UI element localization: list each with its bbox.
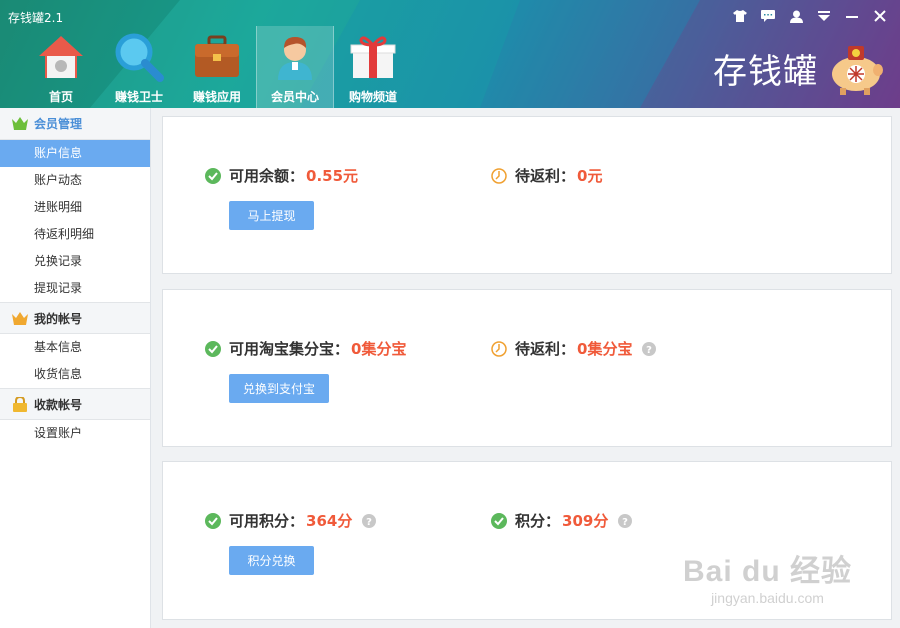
available-balance: 可用余额： 0.55元 <box>205 165 358 186</box>
check-icon <box>205 340 221 357</box>
check-icon <box>491 512 507 529</box>
clock-icon <box>491 167 507 184</box>
brand-logo: 存钱罐 <box>713 40 886 96</box>
available-jifenbao: 可用淘宝集分宝： 0集分宝 <box>205 338 406 359</box>
sidebar-item-basic-info[interactable]: 基本信息 <box>0 334 150 361</box>
sidebar-item-pending-rebate[interactable]: 待返利明细 <box>0 221 150 248</box>
sidebar-group-my-account[interactable]: 我的帐号 <box>0 302 150 334</box>
available-points: 可用积分： 364分 ? <box>205 510 377 531</box>
window-controls <box>728 6 892 26</box>
main-nav: 首页 赚钱卫士 赚钱应用 会员中心 购物频道 <box>22 26 412 108</box>
help-icon[interactable]: ? <box>642 341 657 356</box>
briefcase-icon <box>190 30 244 84</box>
crown-green-icon <box>12 116 28 132</box>
home-icon <box>34 30 88 84</box>
piggy-bank-icon <box>832 46 883 95</box>
sidebar-item-account-activity[interactable]: 账户动态 <box>0 167 150 194</box>
pending-rebate: 待返利： 0元 <box>491 165 602 186</box>
magnifier-icon <box>112 30 166 84</box>
pending-rebate-jifenbao: 待返利： 0集分宝 ? <box>491 338 657 359</box>
check-icon <box>205 512 221 529</box>
nav-item-money-apps[interactable]: 赚钱应用 <box>178 26 256 108</box>
nav-item-home[interactable]: 首页 <box>22 26 100 108</box>
header-bar: 存钱罐2.1 首页 赚钱卫士 赚钱应用 会员中心 购物频道 存钱罐 <box>0 0 900 108</box>
check-icon <box>205 167 221 184</box>
gift-icon <box>346 30 400 84</box>
points-exchange-button[interactable]: 积分兑换 <box>229 546 314 575</box>
exchange-to-alipay-button[interactable]: 兑换到支付宝 <box>229 374 329 403</box>
message-icon[interactable] <box>756 6 780 26</box>
sidebar-group-member-management[interactable]: 会员管理 <box>0 108 150 140</box>
sidebar: 会员管理 账户信息 账户动态 进账明细 待返利明细 兑换记录 提现记录 我的帐号… <box>0 108 151 628</box>
sidebar-item-withdraw-records[interactable]: 提现记录 <box>0 275 150 302</box>
sidebar-group-payment-account[interactable]: 收款帐号 <box>0 388 150 420</box>
app-title: 存钱罐2.1 <box>8 11 64 25</box>
help-icon[interactable]: ? <box>618 513 633 528</box>
user-icon[interactable] <box>784 6 808 26</box>
member-avatar-icon <box>268 30 322 84</box>
alipay-jifenbao-card: 可用淘宝集分宝： 0集分宝 待返利： 0集分宝 ? 兑换到支付宝 <box>162 289 892 447</box>
svg-text:?: ? <box>366 517 372 528</box>
baidu-watermark: Bai du 经验 jingyan.baidu.com <box>682 555 852 606</box>
svg-text:?: ? <box>622 517 628 528</box>
menu-dropdown-icon[interactable] <box>812 6 836 26</box>
sidebar-item-set-account[interactable]: 设置账户 <box>0 420 150 447</box>
withdraw-now-button[interactable]: 马上提现 <box>229 201 314 230</box>
nav-item-shopping[interactable]: 购物频道 <box>334 26 412 108</box>
lock-icon <box>12 396 28 412</box>
sidebar-item-income-details[interactable]: 进账明细 <box>0 194 150 221</box>
sidebar-item-shipping-info[interactable]: 收货信息 <box>0 361 150 388</box>
skin-shirt-icon[interactable] <box>728 6 752 26</box>
balance-card: 可用余额： 0.55元 待返利： 0元 马上提现 <box>162 116 892 274</box>
help-icon[interactable]: ? <box>362 513 377 528</box>
sidebar-item-account-info[interactable]: 账户信息 <box>0 140 150 167</box>
svg-text:?: ? <box>647 345 653 356</box>
nav-item-money-guard[interactable]: 赚钱卫士 <box>100 26 178 108</box>
brand-name: 存钱罐 <box>713 51 818 92</box>
nav-item-member-center[interactable]: 会员中心 <box>256 26 334 108</box>
minimize-icon[interactable] <box>840 6 864 26</box>
total-points: 积分： 309分 ? <box>491 510 633 531</box>
crown-orange-icon <box>12 310 28 326</box>
clock-icon <box>491 340 507 357</box>
sidebar-item-exchange-records[interactable]: 兑换记录 <box>0 248 150 275</box>
close-icon[interactable] <box>868 6 892 26</box>
main-content: 可用余额： 0.55元 待返利： 0元 马上提现 可用淘宝集分宝： 0集分宝 待返利：… <box>151 108 900 628</box>
